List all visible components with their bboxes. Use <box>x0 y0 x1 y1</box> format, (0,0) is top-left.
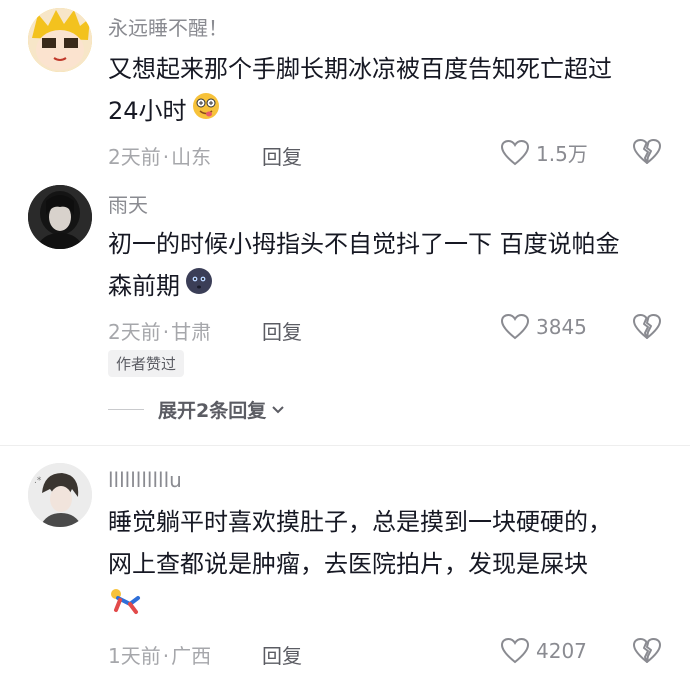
avatar-image <box>28 8 92 72</box>
comment-meta: 2天前 · 甘肃 <box>108 316 211 345</box>
broken-heart-icon <box>633 139 661 164</box>
like-button[interactable]: 1.5万 <box>500 138 588 167</box>
comment-meta: 1天前 · 广西 <box>108 640 211 669</box>
comment-text-line <box>108 585 668 629</box>
avatar[interactable] <box>28 8 92 72</box>
comment-text-fragment: 森前期 <box>108 272 180 300</box>
comment-text-line: 24小时 <box>108 90 668 134</box>
comment-text: 初一的时候小拇指头不自觉抖了一下 百度说帕金 森前期 <box>108 223 668 309</box>
reply-button[interactable]: 回复 <box>262 640 302 669</box>
svg-text:.*: .* <box>34 476 42 486</box>
avatar-image <box>28 185 92 249</box>
chevron-down-icon <box>272 405 284 413</box>
like-button[interactable]: 3845 <box>500 313 587 341</box>
broken-heart-icon <box>633 638 661 663</box>
comment-location: 山东 <box>171 145 212 169</box>
username[interactable]: 雨天 <box>108 189 148 218</box>
comment-text-line: 网上查都说是肿瘤，去医院拍片，发现是屎块 <box>108 550 588 578</box>
like-count: 1.5万 <box>536 142 588 166</box>
comment-time: 2天前 <box>108 145 161 169</box>
divider <box>0 445 690 446</box>
comment-text: 睡觉躺平时喜欢摸肚子，总是摸到一块硬硬的， 网上查都说是肿瘤，去医院拍片，发现是… <box>108 501 668 629</box>
expand-replies-button[interactable]: 展开2条回复 <box>108 396 286 423</box>
heart-icon <box>500 139 530 165</box>
heart-icon <box>500 637 530 664</box>
avatar[interactable] <box>28 185 92 249</box>
comment-text-line: 森前期 <box>108 265 668 309</box>
author-liked-badge: 作者赞过 <box>108 350 185 377</box>
expand-replies-label: 展开2条回复 <box>158 400 267 422</box>
meta-separator: · <box>162 145 170 169</box>
comment-location: 广西 <box>171 644 212 668</box>
meta-separator: · <box>162 320 170 344</box>
meta-separator: · <box>162 644 170 668</box>
comment-text-line: 初一的时候小拇指头不自觉抖了一下 百度说帕金 <box>108 230 620 258</box>
comment-time: 1天前 <box>108 644 161 668</box>
dark-face-emoji-icon <box>184 266 214 309</box>
dislike-button[interactable] <box>632 313 662 345</box>
comment-text-line: 又想起来那个手脚长期冰凉被百度告知死亡超过 <box>108 55 612 83</box>
comment-text-line: 睡觉躺平时喜欢摸肚子，总是摸到一块硬硬的， <box>108 508 612 536</box>
avatar[interactable]: .* <box>28 463 92 527</box>
like-count: 4207 <box>536 639 587 663</box>
comment-text: 又想起来那个手脚长期冰凉被百度告知死亡超过 24小时 <box>108 48 668 134</box>
reply-button[interactable]: 回复 <box>262 141 302 170</box>
comment-text-fragment: 24小时 <box>108 97 187 125</box>
reply-button[interactable]: 回复 <box>262 316 302 345</box>
like-button[interactable]: 4207 <box>500 637 587 665</box>
dislike-button[interactable] <box>632 637 662 669</box>
comment-location: 甘肃 <box>171 320 212 344</box>
avatar-image: .* <box>28 463 92 527</box>
broken-heart-icon <box>633 314 661 339</box>
comment-time: 2天前 <box>108 320 161 344</box>
expand-line <box>108 409 144 410</box>
comment-meta: 2天前 · 山东 <box>108 141 211 170</box>
like-count: 3845 <box>536 315 587 339</box>
dizzy-tongue-emoji-icon <box>191 91 221 134</box>
falling-person-emoji-icon <box>108 586 144 629</box>
heart-icon <box>500 313 530 340</box>
dislike-button[interactable] <box>632 138 662 170</box>
username[interactable]: 永远睡不醒！ <box>108 12 228 41</box>
username[interactable]: lllllllllllu <box>108 468 182 492</box>
